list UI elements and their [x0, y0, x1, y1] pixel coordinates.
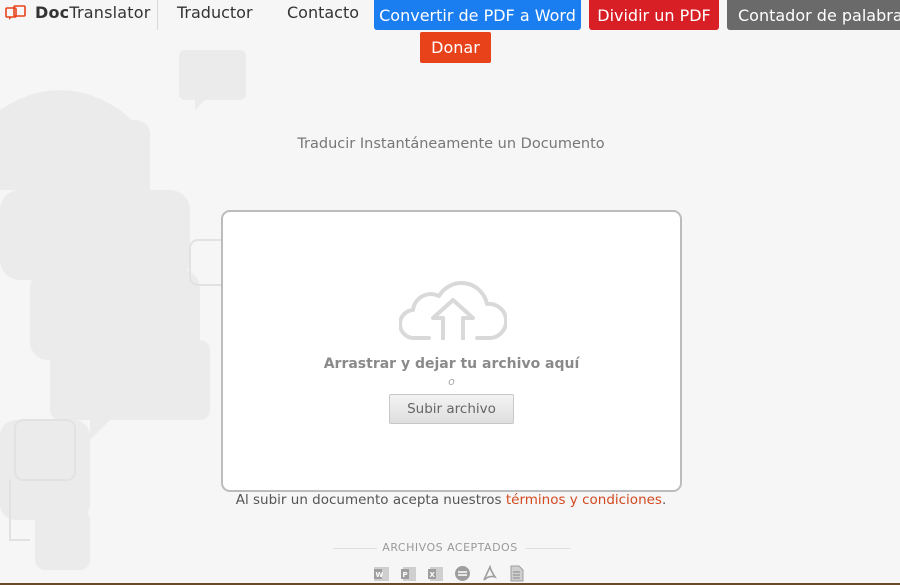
cloud-upload-icon [399, 281, 507, 341]
page: DocTranslator Traductor Contacto Convert… [0, 0, 900, 585]
accepted-formats-list: W P X [373, 565, 525, 583]
terms-prefix: Al subir un documento acepta nuestros [235, 492, 506, 508]
nav-link-translator[interactable]: Traductor [177, 3, 253, 22]
terms-suffix: . [661, 492, 667, 508]
pdf-icon [483, 565, 497, 581]
upload-file-button[interactable]: Subir archivo [389, 394, 514, 424]
word-doc-icon: W [374, 567, 389, 581]
svg-text:W: W [376, 571, 384, 579]
svg-text:P: P [403, 571, 408, 579]
brand[interactable]: DocTranslator [0, 0, 158, 30]
or-separator: o [448, 375, 455, 388]
opendoc-icon [455, 566, 470, 581]
divider-right [526, 548, 570, 549]
file-dropzone[interactable]: Arrastrar y dejar tu archivo aquí o Subi… [221, 210, 682, 492]
terms-link[interactable]: términos y condiciones [506, 492, 662, 508]
excel-icon: X [428, 567, 443, 581]
powerpoint-icon: P [401, 567, 416, 581]
drop-instructions: Arrastrar y dejar tu archivo aquí [323, 356, 580, 372]
svg-text:X: X [430, 571, 436, 579]
translate-logo-icon [5, 5, 26, 20]
text-file-icon [510, 565, 524, 582]
pdf-to-word-button[interactable]: Convertir de PDF a Word [374, 0, 581, 30]
split-pdf-button[interactable]: Dividir un PDF [589, 0, 719, 30]
brand-name: DocTranslator [35, 3, 151, 22]
donate-button[interactable]: Donar [420, 32, 491, 63]
nav-link-contact[interactable]: Contacto [287, 3, 359, 22]
page-title: Traducir Instantáneamente un Documento [297, 136, 605, 152]
word-counter-button[interactable]: Contador de palabras [727, 0, 900, 30]
terms-notice: Al subir un documento acepta nuestros té… [0, 492, 900, 508]
top-navigation-bar: DocTranslator Traductor Contacto Convert… [0, 0, 900, 30]
accepted-files-label: ARCHIVOS ACEPTADOS [382, 541, 518, 554]
